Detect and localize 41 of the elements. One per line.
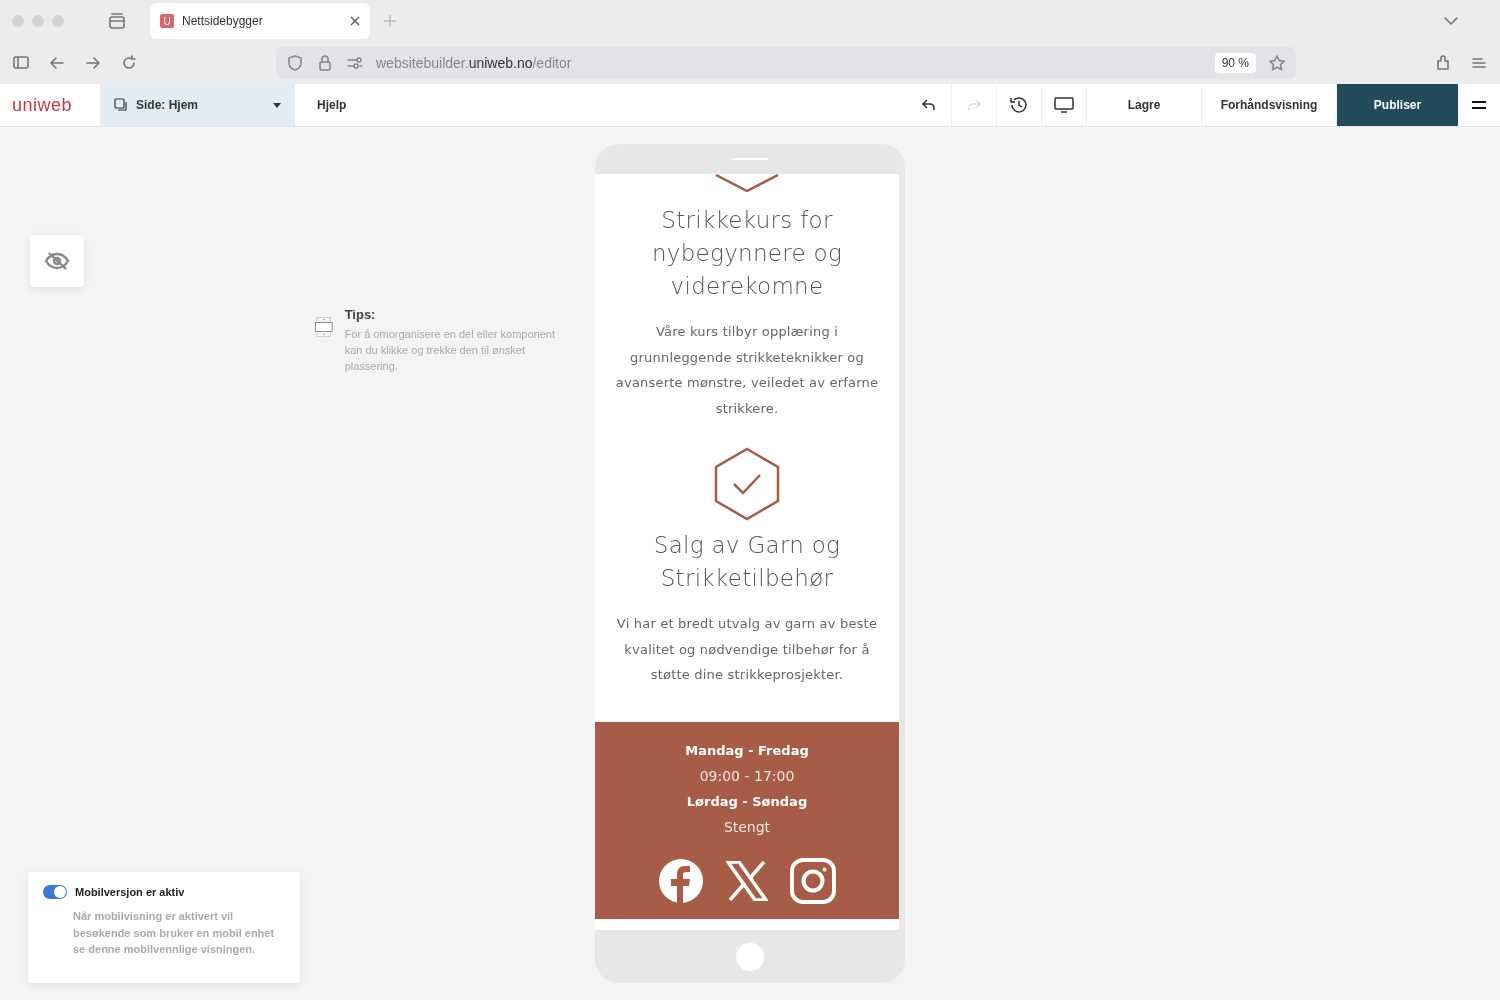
lock-icon [316,54,334,72]
tips-title: Tips: [344,307,377,322]
toggle-label: Mobilversjon er aktiv [75,886,185,898]
section-text: Våre kurs tilbyr opplæring i grunnleggende strikketeknikker og avanserte mønstre, veiledet av erfarne strikkere. [614,323,880,418]
section-text: Vi har et bredt utvalg av garn av beste kvalitet og nødvendige tilbehør for å støtte dine strikkeprosjekter. [615,615,879,684]
address-bar[interactable]: websitebuilder.uniweb.no/editor 90 % [276,47,1296,79]
browser-tab[interactable]: U Nettsidebygger [150,3,370,39]
shield-icon [286,54,304,72]
zoom-level[interactable]: 90 % [1214,53,1256,73]
facebook-icon[interactable] [658,857,704,904]
page-dropdown[interactable]: Side: Hjem [100,84,295,126]
section-title: Salg av Garn og Strikketilbehør [652,531,842,593]
favicon-icon: U [160,14,174,28]
url-text: websitebuilder.uniweb.no/editor [376,55,573,71]
section-title: Strikkekurs for nybegynnere og viderekomne [650,206,844,301]
back-icon[interactable] [48,54,66,72]
opening-hours: Stengt [722,817,772,837]
hexagon-check-icon [714,447,780,521]
star-icon[interactable] [1268,54,1286,72]
eye-slash-icon [44,251,70,271]
logo[interactable]: uniweb [0,84,100,126]
help-link[interactable]: Hjelp [295,84,369,126]
extensions-icon[interactable] [1434,54,1452,72]
reload-icon[interactable] [120,54,138,72]
sliders-icon[interactable] [346,54,364,72]
opening-hours: 09:00 - 17:00 [698,766,796,786]
opening-days: Lørdag - Søndag [685,788,809,814]
forward-icon[interactable] [84,54,102,72]
toggle-description: Når mobilvisning er aktivert vil besøkende som bruker en mobil enhet se denne mobilvennlige visningen. [73,909,276,957]
tips-text: For å omorganisere en del eller komponent kan du klikke og trekke den til ønsket plassering. [344,327,556,374]
instagram-icon[interactable] [790,857,836,904]
publish-button[interactable]: Publiser [1337,84,1458,126]
pages-icon [114,98,128,112]
tab-overview-icon[interactable] [108,12,126,30]
toggle-switch[interactable] [43,885,67,899]
hide-toggle-button[interactable] [30,235,84,287]
opening-days: Mandag - Fredag [685,737,809,763]
caret-icon [273,102,281,108]
tab-title: Nettsidebygger [182,14,264,28]
x-logo-icon[interactable] [726,860,768,901]
sidebar-icon[interactable] [12,54,30,72]
